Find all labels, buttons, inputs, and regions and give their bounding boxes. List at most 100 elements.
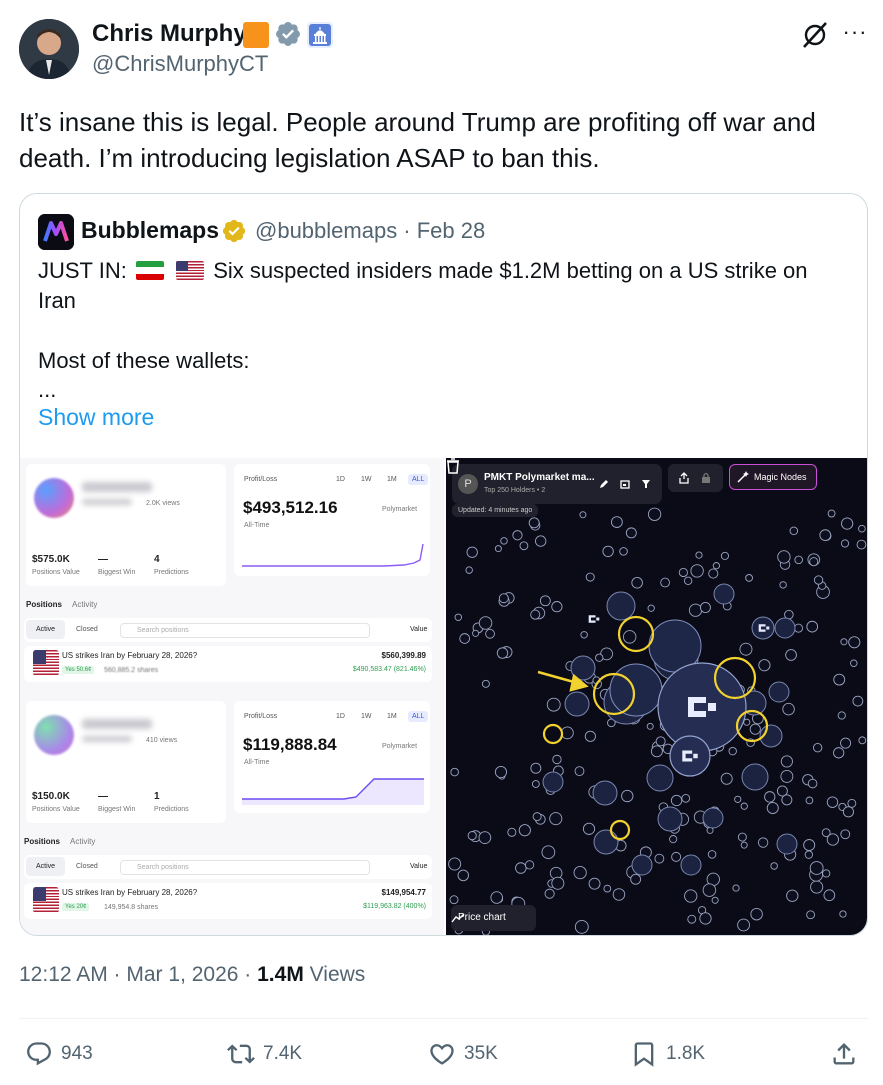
holder-bubble[interactable] [582, 822, 596, 835]
holder-bubble[interactable] [551, 876, 565, 890]
holder-bubble[interactable] [678, 567, 688, 578]
holder-bubble[interactable] [837, 711, 846, 720]
cluster-bubble[interactable] [593, 829, 619, 855]
holder-bubble[interactable] [552, 754, 562, 765]
holder-bubble[interactable] [450, 767, 459, 777]
holder-bubble[interactable] [803, 839, 816, 852]
holder-bubble[interactable] [519, 541, 529, 551]
holder-bubble[interactable] [794, 555, 803, 565]
holder-bubble[interactable] [764, 791, 776, 803]
holder-bubble[interactable] [823, 889, 836, 902]
holder-bubble[interactable] [720, 772, 733, 785]
search-positions-1[interactable]: Search positions [120, 623, 370, 638]
holder-bubble[interactable] [611, 516, 623, 528]
holder-bubble[interactable] [485, 628, 495, 639]
holder-bubble[interactable] [539, 595, 551, 607]
holder-bubble[interactable] [757, 837, 769, 848]
closed-subtab-1[interactable]: Closed [76, 626, 98, 633]
holder-bubble[interactable] [780, 769, 794, 783]
holder-bubble[interactable] [809, 861, 824, 875]
filter-icon[interactable] [641, 479, 651, 489]
holder-bubble[interactable] [819, 529, 832, 542]
holder-bubble[interactable] [745, 574, 753, 582]
cluster-bubble[interactable] [702, 807, 724, 829]
cluster-bubble[interactable] [774, 617, 796, 639]
holder-bubble[interactable] [780, 755, 793, 768]
holder-bubble[interactable] [750, 907, 763, 921]
holder-bubble[interactable] [858, 736, 867, 745]
holder-bubble[interactable] [712, 562, 720, 570]
active-subtab-1[interactable]: Active [26, 620, 66, 639]
main-holder-bubble[interactable] [657, 662, 747, 752]
search-positions-2[interactable]: Search positions [120, 860, 370, 875]
holder-bubble[interactable] [500, 537, 508, 545]
holder-bubble[interactable] [630, 873, 642, 885]
holder-bubble[interactable] [467, 831, 477, 841]
calendar-icon[interactable] [620, 479, 630, 489]
holder-bubble[interactable] [579, 511, 587, 519]
holder-bubble[interactable] [688, 603, 703, 617]
holder-bubble[interactable] [646, 722, 654, 730]
holder-bubble[interactable] [595, 653, 604, 662]
price-chart-button[interactable]: Price chart [451, 905, 536, 931]
cluster-bubble[interactable] [751, 616, 775, 640]
holder-bubble[interactable] [732, 884, 740, 892]
holder-bubble[interactable] [457, 869, 470, 882]
holder-bubble[interactable] [541, 845, 556, 860]
holder-bubble[interactable] [708, 568, 719, 579]
cluster-bubble[interactable] [646, 764, 674, 792]
active-subtab-2[interactable]: Active [26, 857, 66, 876]
sort-value-1[interactable]: Value [410, 626, 427, 633]
holder-bubble[interactable] [584, 730, 596, 742]
positions-tab-1[interactable]: Positions [26, 600, 62, 609]
holder-bubble[interactable] [841, 517, 854, 530]
holder-bubble[interactable] [573, 866, 587, 880]
cluster-bubble[interactable] [631, 854, 653, 876]
quoted-handle-date[interactable]: @bubblemaps · Feb 28 [255, 218, 485, 244]
activity-tab-2[interactable]: Activity [70, 837, 95, 846]
holder-bubble[interactable] [699, 912, 712, 925]
holder-bubble[interactable] [737, 832, 747, 842]
cluster-bubble[interactable] [609, 663, 663, 717]
cluster-bubble[interactable] [680, 854, 702, 876]
holder-bubble[interactable] [647, 604, 655, 612]
cluster-bubble[interactable] [592, 780, 618, 806]
holder-bubble[interactable] [839, 910, 847, 918]
holder-bubble[interactable] [840, 737, 852, 749]
holder-bubble[interactable] [711, 896, 719, 904]
holder-bubble[interactable] [699, 601, 711, 613]
holder-bubble[interactable] [740, 841, 748, 849]
holder-bubble[interactable] [806, 620, 819, 633]
cluster-bubble[interactable] [713, 583, 735, 605]
holder-bubble[interactable] [625, 527, 637, 539]
holder-bubble[interactable] [574, 766, 585, 777]
holder-bubble[interactable] [454, 613, 463, 621]
holder-bubble[interactable] [612, 888, 626, 901]
holder-bubble[interactable] [789, 526, 799, 536]
holder-bubble[interactable] [622, 630, 637, 644]
holder-bubble[interactable] [779, 581, 787, 589]
closed-subtab-2[interactable]: Closed [76, 863, 98, 870]
holder-bubble[interactable] [448, 857, 462, 871]
trash-icon[interactable] [446, 458, 460, 474]
holder-bubble[interactable] [532, 812, 542, 822]
sort-value-2[interactable]: Value [410, 863, 427, 870]
holder-bubble[interactable] [531, 780, 540, 788]
holder-bubble[interactable] [749, 723, 761, 735]
holder-bubble[interactable] [856, 539, 867, 550]
holder-bubble[interactable] [515, 862, 527, 874]
holder-bubble[interactable] [734, 795, 742, 803]
holder-bubble[interactable] [561, 726, 574, 740]
holder-bubble[interactable] [720, 551, 729, 560]
cluster-bubble[interactable] [606, 591, 636, 621]
timestamp[interactable]: 12:12 AM · Mar 1, 2026 · [19, 963, 257, 986]
holder-bubble[interactable] [770, 862, 778, 870]
holder-bubble[interactable] [530, 609, 541, 620]
share-icon[interactable] [678, 472, 690, 484]
holder-bubble[interactable] [822, 869, 831, 878]
holder-bubble[interactable] [528, 517, 540, 529]
holder-bubble[interactable] [580, 631, 588, 639]
holder-bubble[interactable] [546, 697, 561, 712]
holder-bubble[interactable] [449, 895, 459, 905]
author-name[interactable]: Chris Murphy [92, 20, 247, 48]
